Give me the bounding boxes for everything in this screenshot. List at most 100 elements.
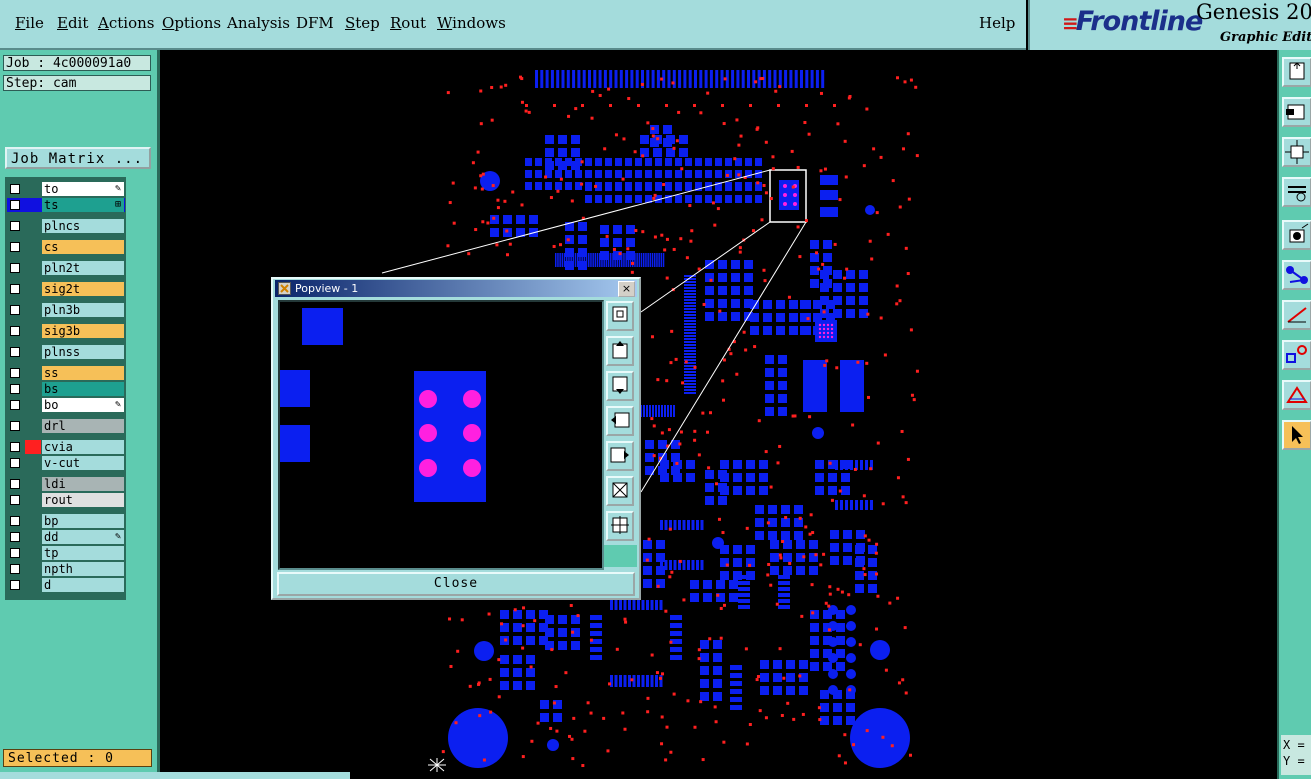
layer-row-drl[interactable]: drl	[7, 419, 125, 433]
layer-checkbox[interactable]	[10, 421, 20, 431]
layer-checkbox[interactable]	[10, 184, 20, 194]
layer-checkbox[interactable]	[10, 347, 20, 357]
zoom-fit-icon[interactable]	[606, 476, 634, 506]
layer-row-tp[interactable]: tp	[7, 546, 125, 560]
layer-checkbox[interactable]	[10, 532, 20, 542]
snap-icon[interactable]	[1282, 220, 1311, 250]
layer-row-d[interactable]: d	[7, 578, 125, 592]
layer-name[interactable]: dd ✎	[42, 530, 124, 544]
layer-name[interactable]: ldi	[42, 477, 124, 491]
layer-name[interactable]: ss	[42, 366, 124, 380]
layer-name[interactable]: npth	[42, 562, 124, 576]
layer-row-pln2t[interactable]: pln2t	[7, 261, 125, 275]
layer-name[interactable]: pln3b	[42, 303, 124, 317]
layer-name[interactable]: rout	[42, 493, 124, 507]
layer-checkbox[interactable]	[10, 242, 20, 252]
layer-row-pln3b[interactable]: pln3b	[7, 303, 125, 317]
select-feature-icon[interactable]	[1282, 340, 1311, 370]
popview-dialog: Popview - 1 × Close	[271, 277, 641, 600]
layer-checkbox[interactable]	[10, 284, 20, 294]
layer-name[interactable]: tp	[42, 546, 124, 560]
layer-row-v-cut[interactable]: v-cut	[7, 456, 125, 470]
measure-icon[interactable]	[1282, 177, 1311, 207]
menu-rout[interactable]: Rout	[390, 14, 426, 32]
zoom-window-icon[interactable]	[1282, 97, 1311, 127]
popview-close-button[interactable]: Close	[277, 572, 635, 596]
layer-name[interactable]: sig2t	[42, 282, 124, 296]
fit-icon[interactable]	[1282, 137, 1311, 167]
pan-up-icon[interactable]	[606, 336, 634, 366]
layer-name[interactable]: cvia	[42, 440, 124, 454]
layer-name[interactable]: v-cut	[42, 456, 124, 470]
layer-name[interactable]: bo ✎	[42, 398, 124, 412]
layer-checkbox[interactable]	[10, 263, 20, 273]
layer-name[interactable]: ts ⊞	[42, 198, 124, 212]
zoom-home-icon[interactable]	[606, 511, 634, 541]
layer-name[interactable]: to ✎	[42, 182, 124, 196]
layer-row-bo[interactable]: bo ✎	[7, 398, 125, 412]
layer-row-dd[interactable]: dd ✎	[7, 530, 125, 544]
menu-windows[interactable]: Windows	[437, 14, 506, 32]
layer-row-cs[interactable]: cs	[7, 240, 125, 254]
menu-edit[interactable]: Edit	[57, 14, 88, 32]
menu-dfm[interactable]: DFM	[296, 14, 334, 32]
layer-row-npth[interactable]: npth	[7, 562, 125, 576]
popview-titlebar[interactable]: Popview - 1 ×	[275, 280, 637, 297]
layer-row-cvia[interactable]: cvia	[7, 440, 125, 454]
job-matrix-button[interactable]: Job Matrix ...	[5, 147, 151, 169]
close-icon[interactable]: ×	[618, 281, 635, 297]
pan-right-icon[interactable]	[606, 441, 634, 471]
layer-row-sig3b[interactable]: sig3b	[7, 324, 125, 338]
layer-row-ldi[interactable]: ldi	[7, 477, 125, 491]
layer-name[interactable]: plnss	[42, 345, 124, 359]
layer-checkbox[interactable]	[10, 384, 20, 394]
pointer-icon[interactable]	[1282, 420, 1311, 450]
layer-checkbox[interactable]	[10, 580, 20, 590]
draw-line-icon[interactable]	[1282, 300, 1311, 330]
layer-name[interactable]: pln2t	[42, 261, 124, 275]
pan-left-icon[interactable]	[606, 406, 634, 436]
layer-checkbox[interactable]	[10, 221, 20, 231]
triangle-icon[interactable]	[1282, 380, 1311, 410]
layer-edit-icon: ✎	[114, 399, 121, 410]
layer-name[interactable]: d	[42, 578, 124, 592]
layer-checkbox[interactable]	[10, 200, 20, 210]
layer-checkbox[interactable]	[10, 442, 20, 452]
menu-step[interactable]: Step	[345, 14, 380, 32]
layer-checkbox[interactable]	[10, 564, 20, 574]
popview-canvas[interactable]	[278, 300, 604, 570]
menu-options[interactable]: Options	[162, 14, 221, 32]
menu-file[interactable]: File	[15, 14, 44, 32]
pan-down-icon[interactable]	[606, 371, 634, 401]
layer-row-bp[interactable]: bp	[7, 514, 125, 528]
layer-row-plnss[interactable]: plnss	[7, 345, 125, 359]
layer-checkbox[interactable]	[10, 305, 20, 315]
layer-checkbox[interactable]	[10, 458, 20, 468]
layer-row-plncs[interactable]: plncs	[7, 219, 125, 233]
layer-checkbox[interactable]	[10, 400, 20, 410]
open-window-icon[interactable]	[1282, 57, 1311, 87]
layer-row-sig2t[interactable]: sig2t	[7, 282, 125, 296]
layer-checkbox[interactable]	[10, 548, 20, 558]
menu-actions[interactable]: Actions	[98, 14, 154, 32]
layer-checkbox[interactable]	[10, 516, 20, 526]
layer-name[interactable]: bs	[42, 382, 124, 396]
layer-checkbox[interactable]	[10, 479, 20, 489]
menu-analysis[interactable]: Analysis	[227, 14, 290, 32]
layer-row-to[interactable]: to ✎	[7, 182, 125, 196]
layer-name[interactable]: plncs	[42, 219, 124, 233]
help-menu[interactable]: Help	[979, 14, 1015, 32]
net-icon[interactable]	[1282, 260, 1311, 290]
layer-checkbox[interactable]	[10, 326, 20, 336]
layer-name[interactable]: sig3b	[42, 324, 124, 338]
layer-name[interactable]: drl	[42, 419, 124, 433]
layer-checkbox[interactable]	[10, 495, 20, 505]
layer-name[interactable]: bp	[42, 514, 124, 528]
layer-row-ts[interactable]: ts ⊞	[7, 198, 125, 212]
zoom-in-icon[interactable]	[606, 301, 634, 331]
layer-checkbox[interactable]	[10, 368, 20, 378]
layer-row-rout[interactable]: rout	[7, 493, 125, 507]
layer-row-bs[interactable]: bs	[7, 382, 125, 396]
layer-name[interactable]: cs	[42, 240, 124, 254]
layer-row-ss[interactable]: ss	[7, 366, 125, 380]
